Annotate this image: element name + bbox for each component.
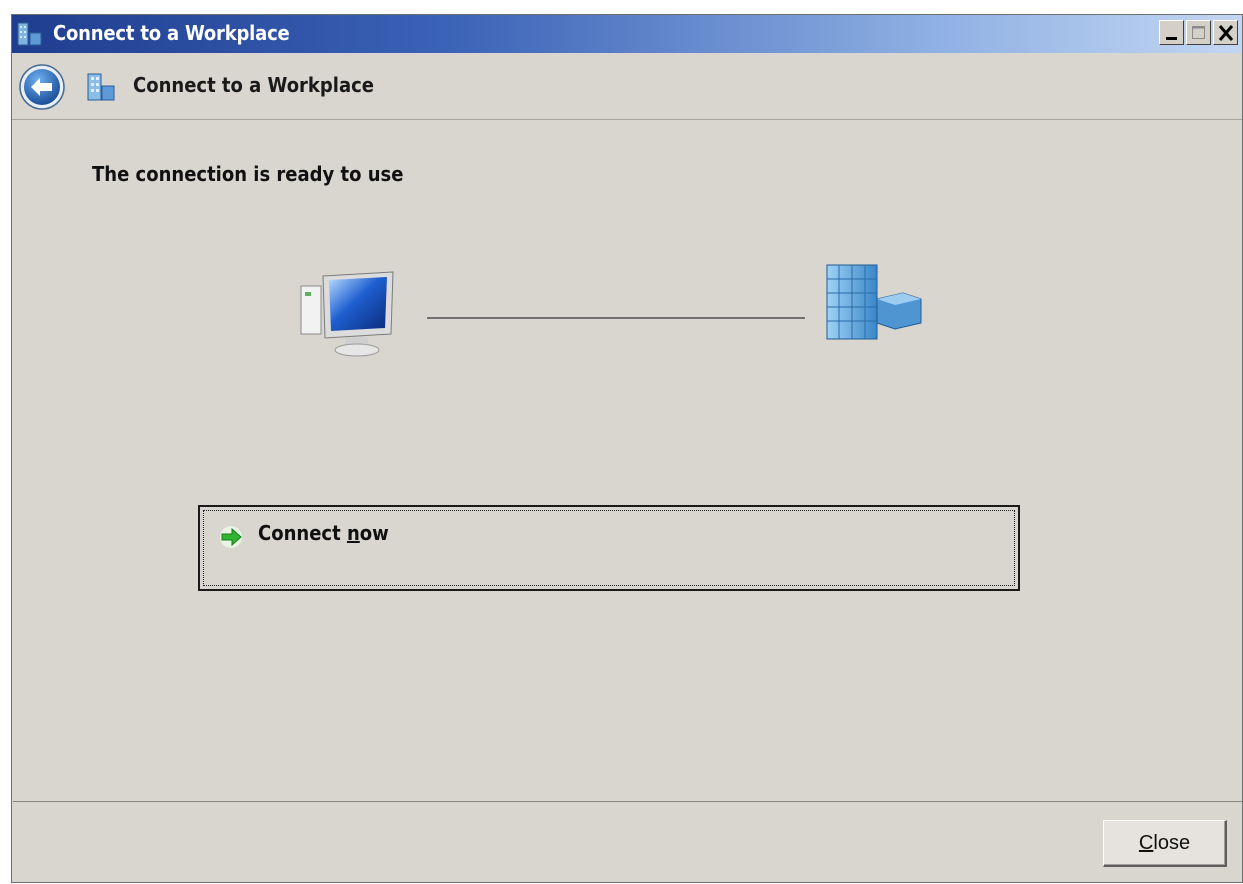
navigation-bar: Connect to a Workplace: [12, 53, 1242, 120]
focus-rectangle: Connect now: [203, 510, 1015, 586]
close-button[interactable]: Close: [1103, 820, 1227, 867]
status-heading: The connection is ready to use: [92, 162, 404, 186]
minimize-button[interactable]: [1159, 20, 1184, 45]
connection-line: [427, 317, 805, 319]
close-window-button[interactable]: [1213, 20, 1238, 45]
workplace-building-icon: [826, 264, 922, 340]
window-title: Connect to a Workplace: [53, 21, 290, 45]
connect-now-option[interactable]: Connect now: [198, 505, 1020, 591]
page-title: Connect to a Workplace: [133, 73, 374, 97]
close-x-icon: [1218, 25, 1234, 41]
dialog-window: Connect to a Workplace Connect to a Work…: [11, 14, 1243, 883]
maximize-icon: [1192, 26, 1205, 39]
maximize-button[interactable]: [1186, 20, 1211, 45]
main-content: The connection is ready to use Connect n…: [13, 120, 1242, 802]
workplace-building-icon: [17, 22, 42, 46]
green-arrow-icon: [220, 526, 242, 548]
back-arrow-icon[interactable]: [18, 63, 66, 111]
connect-now-label: Connect now: [258, 521, 389, 545]
computer-icon: [300, 271, 394, 357]
title-bar[interactable]: Connect to a Workplace: [12, 15, 1242, 53]
window-controls: [1159, 20, 1238, 45]
footer-bar: Close: [12, 802, 1242, 884]
workplace-building-icon: [87, 73, 115, 101]
minimize-icon: [1166, 37, 1177, 40]
